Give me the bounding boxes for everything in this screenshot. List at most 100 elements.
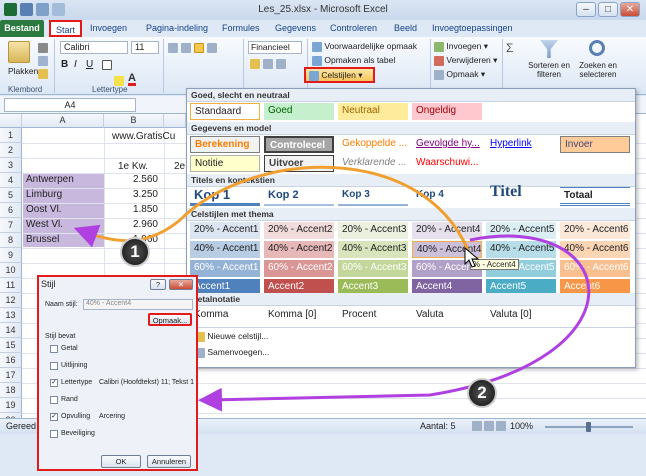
cell-b3[interactable]: 1e Kw. [118,161,148,172]
row-header[interactable]: 5 [0,188,22,203]
dialog-close-button[interactable]: ✕ [169,279,193,290]
style-heading-4[interactable]: Kop 4 [412,187,482,206]
style-accent60-2[interactable]: 60% - Accent2 [264,260,334,277]
italic-button[interactable]: I [74,59,77,70]
close-window-button[interactable]: ✕ [620,2,640,17]
style-accent20-2[interactable]: 20% - Accent2 [264,222,334,239]
data-label-cell[interactable]: Brussel [26,234,59,245]
style-name-field[interactable]: 40% - Accent4 [83,299,193,310]
style-number-4[interactable]: Valuta [412,307,482,324]
style-warning[interactable]: Waarschuwi... [412,155,482,172]
style-title[interactable]: Titel [486,184,556,206]
style-number-3[interactable]: Procent [338,307,408,324]
cell-styles-button[interactable]: Celstijlen ▾ [304,67,375,83]
merge-styles-item[interactable]: Samenvoegen... [195,347,269,358]
cell-b1[interactable]: www.GratisCu [112,131,175,142]
row-header[interactable]: 4 [0,173,22,188]
zoom-slider-thumb[interactable] [586,422,591,432]
style-number-1[interactable]: Komma [190,307,260,324]
tab-data[interactable]: Gegevens [275,20,316,37]
maximize-button[interactable]: □ [598,2,618,17]
data-label-cell[interactable]: West Vl. [26,219,63,230]
row-header[interactable]: 2 [0,143,22,158]
row-header[interactable]: 15 [0,338,22,353]
style-standard[interactable]: Standaard [190,103,260,120]
style-number-2[interactable]: Komma [0] [264,307,334,324]
align-middle-icon[interactable] [181,43,191,53]
zoom-level[interactable]: 100% [510,421,533,431]
conditional-formatting-button[interactable]: Voorwaardelijke opmaak [312,41,417,52]
orientation-icon[interactable] [207,43,217,53]
ok-button[interactable]: OK [101,455,141,468]
tab-start[interactable]: Start [49,20,82,37]
copy-icon[interactable] [38,55,48,66]
percent-icon[interactable] [263,59,273,69]
style-output[interactable]: Uitvoer [264,155,334,172]
tab-addins[interactable]: Invoegtoepassingen [432,20,513,37]
font-name-select[interactable]: Calibri [60,41,128,54]
style-accent20-1[interactable]: 20% - Accent1 [190,222,260,239]
row-header[interactable]: 17 [0,368,22,383]
style-note[interactable]: Notitie [190,155,260,172]
format-as-table-button[interactable]: Opmaken als tabel [312,55,395,66]
number-format-select[interactable]: Financieel [248,41,302,54]
style-good[interactable]: Goed [264,103,334,120]
row-header[interactable]: 8 [0,233,22,248]
find-select-icon[interactable] [589,40,605,56]
row-header[interactable]: 10 [0,263,22,278]
cut-icon[interactable] [38,42,48,53]
style-number-5[interactable]: Valuta [0] [486,307,556,324]
style-accent60-1[interactable]: 60% - Accent1 [190,260,260,277]
sort-filter-button[interactable]: Sorteren en filteren [526,61,572,79]
format-button[interactable]: Opmaak... [148,313,192,326]
minimize-button[interactable]: – [576,2,596,17]
cell-c3[interactable]: 2e [174,161,185,172]
underline-button[interactable]: U [86,59,93,70]
style-accent20-5[interactable]: 20% - Accent5 [486,222,556,239]
data-value-cell[interactable]: 1.850 [104,204,158,215]
tab-page-layout[interactable]: Pagina-indeling [146,20,208,37]
row-header[interactable]: 11 [0,278,22,293]
row-header[interactable]: 18 [0,383,22,398]
comma-icon[interactable] [276,59,286,69]
tab-file[interactable]: Bestand [0,20,44,37]
style-heading-1[interactable]: Kop 1 [190,187,260,206]
row-header[interactable]: 1 [0,128,22,143]
paste-button[interactable]: Plakken [8,66,38,76]
insert-cells-button[interactable]: Invoegen ▾ [434,41,488,52]
page-layout-icon[interactable] [484,421,494,431]
style-option-checkbox[interactable] [50,396,58,404]
style-bad[interactable]: Ongeldig [412,103,482,120]
style-accent40-1[interactable]: 40% - Accent1 [190,241,260,258]
currency-icon[interactable] [250,59,260,69]
style-calculation[interactable]: Berekening [190,136,260,153]
font-size-select[interactable]: 11 [131,41,159,54]
data-label-cell[interactable]: Antwerpen [26,174,74,185]
tab-insert[interactable]: Invoegen [90,20,127,37]
row-header[interactable]: 3 [0,158,22,173]
autosum-icon[interactable]: Σ [506,41,513,55]
column-header-a[interactable]: A [22,114,104,128]
align-bottom-icon[interactable] [194,43,204,53]
data-value-cell[interactable]: 2.960 [104,219,158,230]
style-option-checkbox[interactable] [50,430,58,438]
format-cells-button[interactable]: Opmaak ▾ [434,69,485,80]
tab-review[interactable]: Controleren [330,20,377,37]
style-heading-3[interactable]: Kop 3 [338,187,408,206]
data-label-cell[interactable]: Oost Vl. [26,204,62,215]
name-box[interactable]: A4 [4,98,136,112]
row-header[interactable]: 12 [0,293,22,308]
style-accent20-6[interactable]: 20% - Accent6 [560,222,630,239]
style-neutral[interactable]: Neutraal [338,103,408,120]
style-accent60-3[interactable]: 60% - Accent3 [338,260,408,277]
style-accent40-4[interactable]: 40% - Accent4 [412,241,482,258]
row-header[interactable]: 16 [0,353,22,368]
row-header[interactable]: 9 [0,248,22,263]
row-header[interactable]: 19 [0,398,22,413]
style-accent40-2[interactable]: 40% - Accent2 [264,241,334,258]
style-linked[interactable]: Gekoppelde ... [338,136,408,153]
align-top-icon[interactable] [168,43,178,53]
row-header[interactable]: 6 [0,203,22,218]
data-label-cell[interactable]: Limburg [26,189,62,200]
style-option-checkbox[interactable] [50,345,58,353]
